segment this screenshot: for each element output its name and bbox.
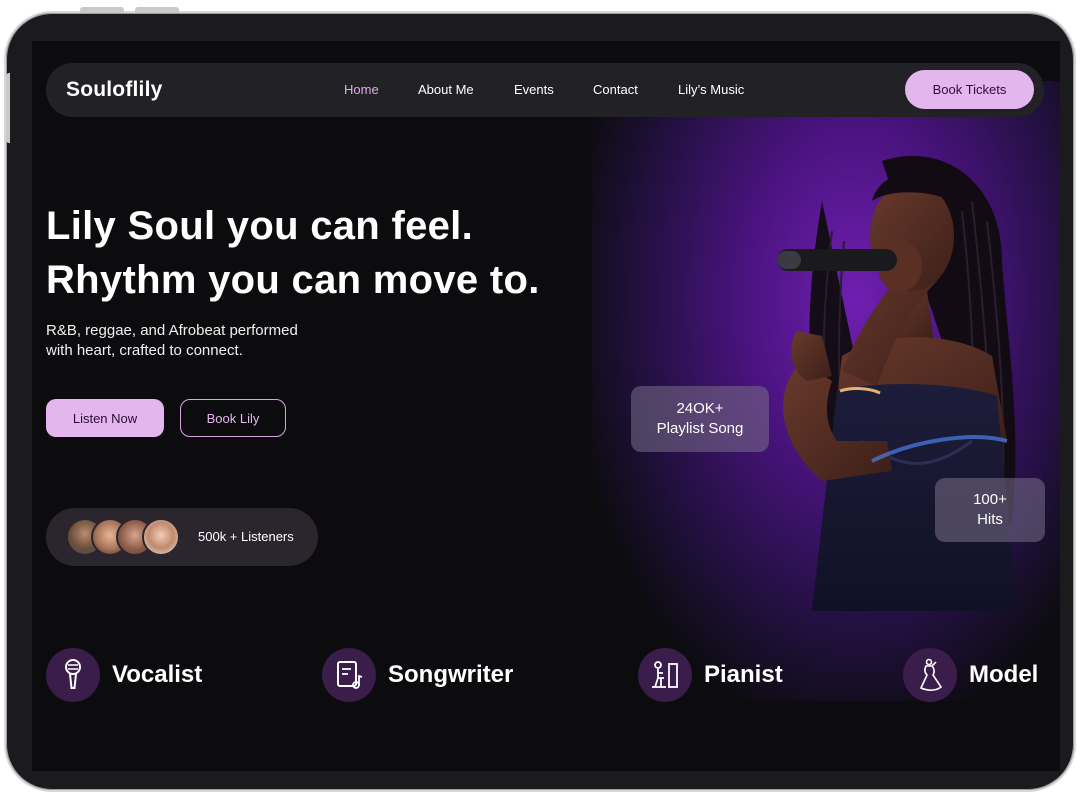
role-model: Model — [903, 648, 1038, 702]
role-label: Vocalist — [112, 661, 203, 688]
stat-card-playlist: 24OK+ Playlist Song — [631, 386, 769, 452]
screen: Souloflily Home About Me Events Contact … — [32, 41, 1060, 771]
piano-player-icon — [638, 648, 692, 702]
role-pianist: Pianist — [638, 648, 783, 702]
stat-value: 24OK+ — [676, 400, 724, 417]
hero-subtitle: R&B, reggae, and Afrobeat performed with… — [46, 321, 356, 361]
hero-subtitle-line-2: with heart, crafted to connect. — [46, 342, 243, 359]
tablet-side-button — [6, 73, 10, 143]
nav-link-contact[interactable]: Contact — [593, 82, 638, 97]
stat-caption: Playlist Song — [656, 420, 744, 437]
hero-title: Lily Soul you can feel. Rhythm you can m… — [46, 199, 540, 307]
music-sheet-icon — [322, 648, 376, 702]
stat-value: 100+ — [973, 491, 1007, 508]
book-lily-button[interactable]: Book Lily — [180, 399, 286, 437]
tablet-top-button — [80, 7, 124, 13]
nav-link-events[interactable]: Events — [514, 82, 554, 97]
tablet-frame: Souloflily Home About Me Events Contact … — [4, 11, 1076, 792]
stat-card-hits: 100+ Hits — [935, 478, 1045, 542]
role-label: Songwriter — [388, 661, 514, 688]
listener-avatar — [142, 518, 180, 556]
role-vocalist: Vocalist — [46, 648, 202, 702]
hero-title-line-1: Lily Soul you can feel. — [46, 204, 473, 248]
hero-title-line-2: Rhythm you can move to. — [46, 258, 540, 302]
listen-now-button[interactable]: Listen Now — [46, 399, 164, 437]
tablet-top-button — [135, 7, 179, 13]
role-label: Pianist — [704, 661, 783, 688]
nav-link-lilys-music[interactable]: Lily’s Music — [678, 82, 744, 97]
book-tickets-button[interactable]: Book Tickets — [905, 70, 1034, 109]
hero-subtitle-line-1: R&B, reggae, and Afrobeat performed — [46, 322, 298, 339]
dress-icon — [903, 648, 957, 702]
stat-caption: Hits — [977, 511, 1003, 528]
site-logo[interactable]: Souloflily — [66, 78, 163, 102]
listeners-badge: 500k + Listeners — [46, 508, 318, 566]
nav-link-home[interactable]: Home — [344, 82, 379, 97]
role-label: Model — [969, 661, 1039, 688]
nav-link-about-me[interactable]: About Me — [418, 82, 474, 97]
role-songwriter: Songwriter — [322, 648, 513, 702]
microphone-icon — [46, 648, 100, 702]
top-navbar: Souloflily Home About Me Events Contact … — [46, 63, 1044, 117]
listeners-count: 500k + Listeners — [198, 529, 294, 544]
